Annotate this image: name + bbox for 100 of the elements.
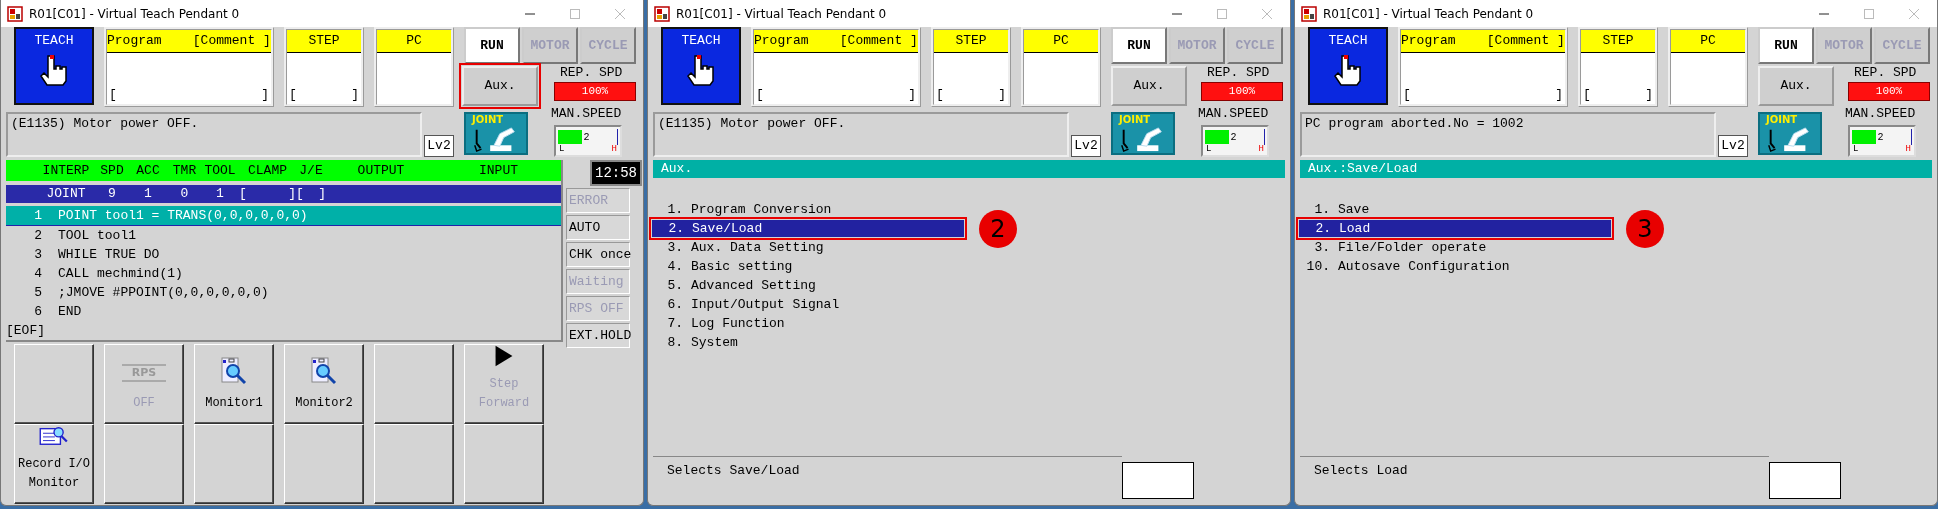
hint-text: Selects Save/Load xyxy=(653,456,1122,501)
function-key[interactable] xyxy=(374,424,454,504)
function-key[interactable]: Record I/O Monitor xyxy=(14,424,94,504)
speed-label: MAN.SPEED xyxy=(1845,105,1916,123)
speed-label: REP. SPD xyxy=(559,64,623,82)
menu-item[interactable]: 3. Aux. Data Setting xyxy=(651,239,824,256)
step-number-badge: 3 xyxy=(1626,209,1664,248)
aux-button[interactable]: Aux. xyxy=(462,65,538,106)
maximize-icon[interactable] xyxy=(1216,7,1228,20)
meter-low-label: L xyxy=(1206,145,1212,154)
menu-title-bar: Aux.:Save/Load xyxy=(1300,160,1932,178)
program-line[interactable]: 5 ;JMOVE #PPOINT(0,0,0,0,0,0) xyxy=(6,283,561,302)
document-magnifier-icon xyxy=(310,356,338,386)
menu-item[interactable]: 4. Basic setting xyxy=(651,258,793,275)
close-icon[interactable] xyxy=(614,7,626,20)
function-key[interactable] xyxy=(194,424,274,504)
mode-button[interactable]: RUN xyxy=(464,27,520,64)
robot-arm-icon xyxy=(472,126,518,153)
app-icon xyxy=(7,5,23,22)
menu-item[interactable]: 6. Input/Output Signal xyxy=(651,296,840,313)
clock: 12:58 xyxy=(590,160,642,186)
status-value: 9 xyxy=(107,185,117,203)
speed-reading: 100% xyxy=(1848,82,1930,101)
program-line[interactable]: 6 END xyxy=(6,302,561,321)
program-box: Program [Comment ] [ ] xyxy=(104,27,274,107)
end-of-file-marker: [EOF] xyxy=(6,322,46,340)
status-indicator: ERROR xyxy=(566,188,630,213)
menu-item[interactable]: 1. Program Conversion xyxy=(651,201,832,218)
message-box: PC program aborted.No = 1002 xyxy=(1300,112,1716,157)
value-box xyxy=(1122,462,1194,499)
column-label: CLAMP xyxy=(247,162,288,180)
menu-item[interactable]: 3. File/Folder operate xyxy=(1298,239,1487,256)
column-label: SPD xyxy=(99,162,125,180)
program-line[interactable]: 4 CALL mechmind(1) xyxy=(6,264,561,283)
program-box: Program [Comment ] [ ] xyxy=(751,27,921,107)
function-key[interactable]: Monitor2 xyxy=(284,344,364,424)
input-bracket: [ xyxy=(296,185,304,203)
column-label: TOOL xyxy=(203,162,237,180)
status-value: 1 xyxy=(215,185,225,203)
menu-item[interactable]: 1. Save xyxy=(1298,201,1370,218)
message-box: (E1135) Motor power OFF. xyxy=(6,112,422,157)
status-value: JOINT xyxy=(45,185,87,203)
status-indicator: Waiting xyxy=(566,269,630,294)
function-key[interactable] xyxy=(14,344,94,424)
program-line[interactable]: 2 TOOL tool1 xyxy=(6,226,561,245)
window-title: R01[C01] - Virtual Teach Pendant 0 xyxy=(1323,6,1534,21)
step-number-badge: 2 xyxy=(979,209,1017,248)
mode-button[interactable]: RUN xyxy=(1111,27,1167,64)
step-box: STEP [ ] xyxy=(284,27,364,107)
meter-low-label: L xyxy=(559,145,565,154)
app-icon xyxy=(1301,5,1317,22)
menu-item[interactable]: 8. System xyxy=(651,334,738,351)
speed-label: REP. SPD xyxy=(1853,64,1917,82)
status-indicator: EXT.HOLD xyxy=(566,323,630,348)
maximize-icon[interactable] xyxy=(569,7,581,20)
message-box: (E1135) Motor power OFF. xyxy=(653,112,1069,157)
function-key[interactable] xyxy=(374,344,454,424)
menu-item[interactable]: 5. Advanced Setting xyxy=(651,277,816,294)
pointing-hand-icon xyxy=(1333,54,1363,86)
program-box: Program [Comment ] [ ] xyxy=(1398,27,1568,107)
teach-mode-button[interactable]: TEACH xyxy=(14,27,94,105)
function-key[interactable]: Monitor1 xyxy=(194,344,274,424)
access-level-badge: Lv2 xyxy=(1718,135,1748,157)
pc-box: PC xyxy=(1668,27,1748,107)
step-box: STEP [ ] xyxy=(1578,27,1658,107)
function-key[interactable] xyxy=(104,424,184,504)
menu-item[interactable]: 10. Autosave Configuration xyxy=(1298,258,1510,275)
meter-high-label: H xyxy=(1905,145,1911,154)
pc-box: PC xyxy=(374,27,454,107)
input-bracket: ] xyxy=(318,185,326,203)
mode-button[interactable]: RUN xyxy=(1758,27,1814,64)
column-label: J/E xyxy=(298,162,324,180)
output-bracket: [ xyxy=(239,185,247,203)
function-key[interactable] xyxy=(464,424,544,504)
maximize-icon[interactable] xyxy=(1863,7,1875,20)
speed-label: REP. SPD xyxy=(1206,64,1270,82)
access-level-badge: Lv2 xyxy=(424,135,454,157)
speed-reading: 100% xyxy=(1201,82,1283,101)
meter-reading: 2 xyxy=(1877,131,1884,143)
menu-title-bar: Aux. xyxy=(653,160,1285,178)
step-box: STEP [ ] xyxy=(931,27,1011,107)
meter-high-label: H xyxy=(1258,145,1264,154)
pointing-hand-icon xyxy=(686,54,716,86)
aux-button[interactable]: Aux. xyxy=(1758,65,1834,106)
output-bracket: ] xyxy=(288,185,296,203)
meter-low-label: L xyxy=(1853,145,1859,154)
column-label: TMR xyxy=(171,162,198,180)
teach-mode-button[interactable]: TEACH xyxy=(1308,27,1388,105)
program-line[interactable]: 3 WHILE TRUE DO xyxy=(6,245,561,264)
close-icon[interactable] xyxy=(1908,7,1920,20)
pointing-hand-icon xyxy=(39,54,69,86)
status-indicator: AUTO xyxy=(566,215,630,240)
aux-button[interactable]: Aux. xyxy=(1111,65,1187,106)
menu-item[interactable]: 7. Log Function xyxy=(651,315,785,332)
function-key[interactable] xyxy=(284,424,364,504)
teach-mode-button[interactable]: TEACH xyxy=(661,27,741,105)
window-title: R01[C01] - Virtual Teach Pendant 0 xyxy=(29,6,240,21)
close-icon[interactable] xyxy=(1261,7,1273,20)
menu-item[interactable]: 2. Load xyxy=(1299,220,1611,237)
menu-item[interactable]: 2. Save/Load xyxy=(652,220,964,237)
